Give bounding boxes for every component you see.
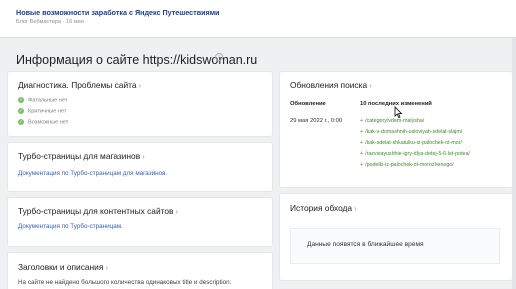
check-icon: ✓ — [18, 119, 24, 125]
chevron-right-icon[interactable]: › — [142, 152, 145, 161]
turbo-content-title-text[interactable]: Турбо-страницы для контентных сайтов — [18, 206, 174, 216]
headings-title[interactable]: Заголовки и описания › — [18, 262, 108, 272]
change-item[interactable]: +/category/vdem-malysha/ — [360, 118, 424, 124]
headings-title-text[interactable]: Заголовки и описания — [18, 262, 103, 272]
search-updates-card: Обновления поиска › Обновление 10 последн… — [280, 72, 512, 187]
headings-text: На сайте не найдено большого количества … — [18, 279, 232, 286]
crawl-history-title[interactable]: История обхода › — [290, 203, 357, 213]
check-icon: ✓ — [18, 108, 24, 114]
change-item[interactable]: +/podelki-iz-palochek-ot-morozhenogo/ — [360, 162, 454, 168]
check-icon: ✓ — [18, 97, 24, 103]
change-item[interactable]: +/kak-v-domashnih-usloviyah-sdelat-slajm… — [360, 129, 462, 135]
info-icon[interactable]: i — [215, 53, 223, 61]
search-updates-title[interactable]: Обновления поиска › — [290, 80, 372, 90]
diag-row-possible: ✓ Возможные нет — [18, 119, 68, 125]
diag-critical-text: Критичные нет — [28, 108, 67, 115]
news-meta: Блог Вебмастера · 16 мая — [16, 19, 84, 25]
diag-possible-text: Возможные нет — [28, 119, 69, 126]
mouse-cursor-icon — [394, 106, 403, 119]
diagnostics-title-text[interactable]: Диагностика. Проблемы сайта — [18, 80, 137, 90]
plus-icon: + — [360, 162, 364, 168]
news-notice[interactable]: Новые возможности заработка с Яндекс Пут… — [0, 0, 516, 38]
plus-icon: + — [360, 129, 364, 135]
turbo-content-card: Турбо-страницы для контентных сайтов › До… — [8, 198, 272, 246]
crawl-history-empty-text: Данные появятся в ближайшее время — [307, 241, 424, 248]
diagnostics-card: Диагностика. Проблемы сайта › ✓ Фатальные … — [8, 72, 272, 136]
chevron-right-icon[interactable]: › — [105, 263, 108, 272]
plus-icon: + — [360, 151, 364, 157]
crawl-history-title-text[interactable]: История обхода — [290, 203, 352, 213]
turbo-content-title[interactable]: Турбо-страницы для контентных сайтов › — [18, 206, 178, 216]
search-updates-title-text[interactable]: Обновления поиска — [290, 80, 367, 90]
change-item[interactable]: +/razvivayushhie-igry-dlya-detej-5-6-let… — [360, 151, 470, 157]
crawl-history-card: История обхода › Данные появятся в ближай… — [280, 194, 512, 280]
turbo-shops-doc-link[interactable]: Документация по Турбо-страницам для мага… — [18, 170, 167, 177]
update-date: 29 мая 2022 г., 0:00 — [290, 118, 343, 124]
chevron-right-icon[interactable]: › — [354, 204, 357, 213]
crawl-history-empty-box: Данные появятся в ближайшее время — [290, 228, 500, 264]
diagnostics-title[interactable]: Диагностика. Проблемы сайта › — [18, 80, 141, 90]
chevron-right-icon[interactable]: › — [369, 81, 372, 90]
col-update-header: Обновление — [290, 101, 326, 107]
headings-card: Заголовки и описания › На сайте не найден… — [8, 253, 272, 289]
turbo-shops-title-text[interactable]: Турбо-страницы для магазинов — [18, 151, 140, 161]
turbo-shops-title[interactable]: Турбо-страницы для магазинов › — [18, 151, 145, 161]
news-title[interactable]: Новые возможности заработка с Яндекс Пут… — [16, 8, 219, 17]
plus-icon: + — [360, 140, 364, 146]
chevron-right-icon[interactable]: › — [176, 207, 179, 216]
page-scrollbar[interactable] — [512, 38, 516, 289]
chevron-right-icon[interactable]: › — [139, 81, 142, 90]
change-item[interactable]: +/kak-sdelat-shkatulku-iz-palochek-ot-mo… — [360, 140, 462, 146]
diag-row-critical: ✓ Критичные нет — [18, 108, 66, 114]
turbo-shops-card: Турбо-страницы для магазинов › Документац… — [8, 143, 272, 191]
turbo-content-doc-link[interactable]: Документация по Турбо-страницам. — [18, 223, 123, 230]
plus-icon: + — [360, 118, 364, 124]
diag-fatal-text: Фатальные нет — [28, 97, 68, 104]
diag-row-fatal: ✓ Фатальные нет — [18, 97, 67, 103]
